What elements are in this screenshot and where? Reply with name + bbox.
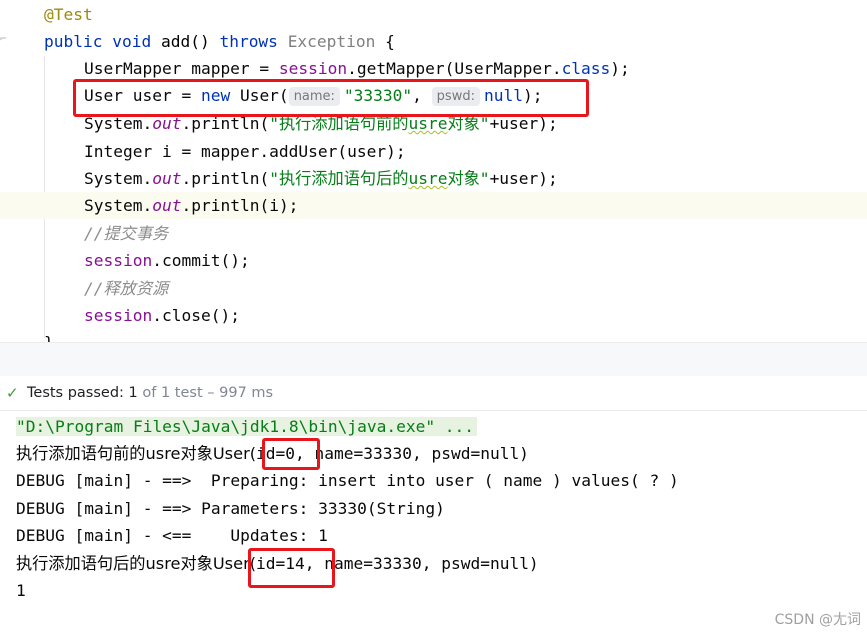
java-command[interactable]: "D:\Program Files\Java\jdk1.8\bin\java.e… <box>16 417 478 436</box>
field-session: session <box>278 59 348 78</box>
code-line-6[interactable]: Integer i = mapper.addUser(user); <box>0 138 867 165</box>
code-text: .commit(); <box>152 251 250 270</box>
passed-count: 1 <box>128 385 138 401</box>
panel-splitter[interactable] <box>0 342 867 377</box>
field-session: session <box>84 251 153 270</box>
console-cmd-line[interactable]: "D:\Program Files\Java\jdk1.8\bin\java.e… <box>16 413 478 440</box>
code-text: System. <box>84 196 153 215</box>
console-line: DEBUG [main] - ==> Parameters: 33330(Str… <box>16 499 445 518</box>
string-literal: 对象" <box>447 169 490 188</box>
comment: //提交事务 <box>84 224 169 243</box>
code-text: +user); <box>489 169 558 188</box>
keyword-throws: throws <box>219 32 278 51</box>
code-line-8-current[interactable]: System.out.println(i); <box>0 192 867 219</box>
annotation-test: @Test <box>44 5 93 24</box>
watermark: CSDN @尢词 <box>774 612 861 628</box>
code-text: ); <box>610 59 630 78</box>
status-label: Tests passed: <box>27 385 129 401</box>
code-line-3[interactable]: UserMapper mapper = session.getMapper(Us… <box>0 55 867 82</box>
keyword-public: public <box>44 32 103 51</box>
console-line: DEBUG [main] - <== Updates: 1 <box>16 526 328 545</box>
code-line-13[interactable]: } <box>0 329 867 342</box>
code-line-9[interactable]: //提交事务 <box>0 220 867 247</box>
comment: //释放资源 <box>84 279 169 298</box>
keyword-void: void <box>112 32 152 51</box>
console-text: 执行添加语句前的usre对象User( <box>16 444 257 463</box>
highlight-box-id-before <box>262 438 320 470</box>
method-name: add() <box>160 32 220 51</box>
code-text: System. <box>84 169 153 188</box>
string-literal: "执行添加语句后的 <box>269 169 409 188</box>
field-session: session <box>84 306 153 325</box>
code-text: Integer i = mapper.addUser(user); <box>84 142 406 161</box>
code-line-2[interactable]: public void add() throws Exception { <box>0 28 867 55</box>
highlight-box-constructor <box>73 79 589 117</box>
open-brace: { <box>375 32 395 51</box>
code-text: .close(); <box>152 306 240 325</box>
test-status-text: Tests passed: 1 of 1 test – 997 ms <box>27 376 273 410</box>
code-line-12[interactable]: session.close(); <box>0 302 867 329</box>
code-text: .println(i); <box>181 196 299 215</box>
code-line-1[interactable]: @Test <box>0 1 867 28</box>
test-status-bar: ✓ Tests passed: 1 of 1 test – 997 ms <box>0 376 867 411</box>
run-console[interactable]: "D:\Program Files\Java\jdk1.8\bin\java.e… <box>0 411 867 635</box>
code-line-7[interactable]: System.out.println("执行添加语句后的usre对象"+user… <box>0 165 867 192</box>
check-icon: ✓ <box>6 384 19 402</box>
close-brace: } <box>44 333 54 342</box>
keyword-class: class <box>561 59 611 78</box>
code-text: UserMapper mapper = <box>84 59 279 78</box>
typo-word: usre <box>408 169 448 188</box>
console-line: 1 <box>16 581 26 600</box>
highlight-box-id-after <box>248 548 335 588</box>
field-out: out <box>152 196 182 215</box>
code-text: .getMapper(UserMapper. <box>347 59 562 78</box>
status-detail: of 1 test – 997 ms <box>137 385 274 401</box>
exception-type: Exception <box>287 32 376 51</box>
code-text: .println( <box>181 169 270 188</box>
console-text: name=33330, pswd=null) <box>314 554 539 573</box>
code-line-10[interactable]: session.commit(); <box>0 247 867 274</box>
code-line-11[interactable]: //释放资源 <box>0 275 867 302</box>
code-editor[interactable]: ⌐ @Test public void add() throws Excepti… <box>0 0 867 342</box>
console-line: DEBUG [main] - ==> Preparing: insert int… <box>16 471 679 490</box>
console-text: name=33330, pswd=null) <box>304 444 529 463</box>
console-text: 执行添加语句后的usre对象User( <box>16 554 257 573</box>
field-out: out <box>152 169 182 188</box>
